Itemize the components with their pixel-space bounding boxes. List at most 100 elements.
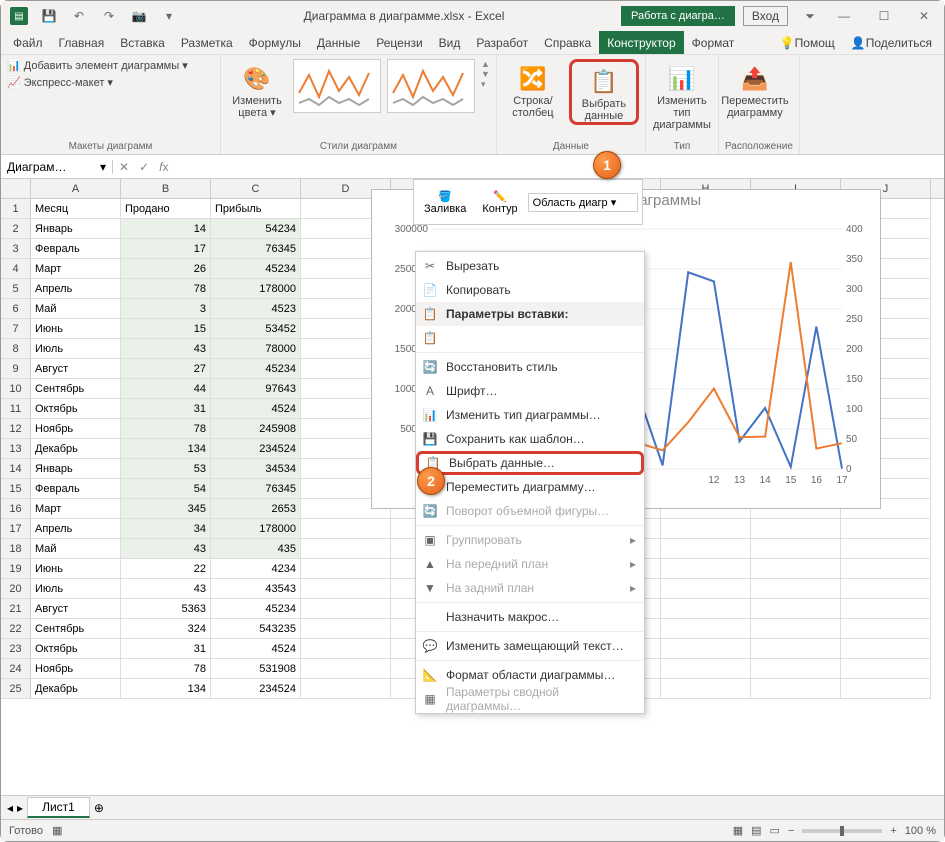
tab-formulas[interactable]: Формулы (241, 31, 309, 54)
switch-row-column-button[interactable]: 🔀 Строка/столбец (503, 59, 563, 119)
ctx-group: ▣Группировать▸ (416, 528, 644, 552)
name-box[interactable]: Диаграм…▾ (1, 160, 113, 174)
chart-tools-label: Работа с диагра… (621, 6, 735, 26)
ctx-copy[interactable]: 📄Копировать (416, 278, 644, 302)
view-pagebreak-icon[interactable]: ▭ (770, 824, 780, 837)
cancel-icon[interactable]: ✕ (119, 160, 129, 174)
tab-review[interactable]: Рецензи (368, 31, 430, 54)
new-sheet-button[interactable]: ⊕ (94, 801, 104, 815)
ctx-move-chart[interactable]: 📤Переместить диаграмму… (416, 475, 644, 499)
tab-view[interactable]: Вид (431, 31, 469, 54)
view-layout-icon[interactable]: ▤ (751, 824, 761, 837)
svg-text:350: 350 (846, 254, 863, 265)
tab-file[interactable]: Файл (5, 31, 51, 54)
chart-style-2[interactable] (387, 59, 475, 113)
tab-layout[interactable]: Разметка (173, 31, 241, 54)
ctx-reset-style[interactable]: 🔄Восстановить стиль (416, 355, 644, 379)
col-C[interactable]: C (211, 179, 301, 198)
qat-customize-icon[interactable]: ▾ (155, 2, 183, 30)
format-icon: 📐 (422, 668, 438, 682)
tab-developer[interactable]: Разработ (468, 31, 536, 54)
zoom-level[interactable]: 100 % (905, 825, 936, 837)
svg-text:12: 12 (708, 475, 720, 486)
quick-layout-button[interactable]: 📈 Экспресс-макет ▾ (7, 76, 113, 89)
window-title: Диаграмма в диаграмме.xlsx - Excel (187, 9, 621, 23)
undo-icon[interactable]: ↶ (65, 2, 93, 30)
ctx-cut[interactable]: ✂Вырезать (416, 254, 644, 278)
maximize-button[interactable]: ☐ (864, 1, 904, 31)
tab-format[interactable]: Формат (684, 31, 743, 54)
select-data-ribbon-button[interactable]: 📋 Выбрать данные (574, 62, 634, 122)
col-B[interactable]: B (121, 179, 211, 198)
chart-style-1[interactable] (293, 59, 381, 113)
ctx-save-template[interactable]: 💾Сохранить как шаблон… (416, 427, 644, 451)
sheet-nav-prev[interactable]: ▸ (17, 801, 23, 815)
signin-button[interactable]: Вход (743, 6, 788, 26)
group-styles-label: Стили диаграмм (227, 139, 490, 154)
palette-icon: 🎨 (241, 63, 273, 95)
outline-icon: ✏️ (493, 190, 507, 203)
redo-icon[interactable]: ↷ (95, 2, 123, 30)
save-icon[interactable]: 💾 (35, 2, 63, 30)
ribbon-options-icon[interactable]: ⏷ (796, 2, 824, 30)
group-icon: ▣ (422, 533, 438, 547)
svg-text:400: 400 (846, 224, 863, 235)
app-menu-icon[interactable]: ▤ (5, 2, 33, 30)
callout-badge-2: 2 (417, 467, 445, 495)
fill-button[interactable]: 🪣Заливка (418, 188, 472, 217)
tab-help[interactable]: Справка (536, 31, 599, 54)
group-data-label: Данные (503, 139, 639, 154)
move-chart-icon: 📤 (739, 63, 771, 95)
zoom-out-button[interactable]: − (788, 825, 794, 837)
tellme[interactable]: 💡 Помощ (772, 31, 843, 54)
chart-type-icon: 📊 (422, 408, 438, 422)
svg-text:14: 14 (760, 475, 772, 486)
tab-data[interactable]: Данные (309, 31, 368, 54)
macro-record-icon[interactable]: ▦ (52, 825, 62, 837)
enter-icon[interactable]: ✓ (139, 160, 149, 174)
chart-element-selector[interactable]: Область диагр ▾ (528, 193, 638, 212)
chart-type-icon: 📊 (666, 63, 698, 95)
change-colors-button[interactable]: 🎨 Изменить цвета ▾ (227, 59, 287, 119)
move-chart-button[interactable]: 📤 Переместить диаграмму (725, 59, 785, 119)
ctx-alt-text[interactable]: 💬Изменить замещающий текст… (416, 634, 644, 658)
svg-text:250: 250 (846, 314, 863, 325)
tab-insert[interactable]: Вставка (112, 31, 173, 54)
font-icon: A (422, 384, 438, 398)
sheet-nav-first[interactable]: ◂ (7, 801, 13, 815)
worksheet-grid[interactable]: A B C D E F G H I J 12345678910111213141… (1, 179, 944, 765)
svg-text:100: 100 (846, 404, 863, 415)
row-headers: 1234567891011121314151617181920212223242… (1, 199, 31, 699)
zoom-in-button[interactable]: + (890, 825, 896, 837)
ctx-assign-macro[interactable]: Назначить макрос… (416, 605, 644, 629)
fx-icon[interactable]: fx (159, 160, 168, 174)
ctx-font[interactable]: AШрифт… (416, 379, 644, 403)
front-icon: ▲ (422, 557, 438, 571)
add-chart-element-button[interactable]: 📊 Добавить элемент диаграммы ▾ (7, 59, 188, 72)
change-chart-type-button[interactable]: 📊 Изменить тип диаграммы (652, 59, 712, 131)
status-bar: Готово ▦ ▦ ▤ ▭ − + 100 % (1, 819, 944, 841)
minimize-button[interactable]: — (824, 1, 864, 31)
share-button[interactable]: 👤 Поделиться (843, 31, 940, 54)
outline-button[interactable]: ✏️Контур (476, 188, 523, 217)
tab-design[interactable]: Конструктор (599, 31, 683, 54)
ctx-change-type[interactable]: 📊Изменить тип диаграммы… (416, 403, 644, 427)
close-button[interactable]: ✕ (904, 1, 944, 31)
cut-icon: ✂ (422, 259, 438, 273)
camera-icon[interactable]: 📷 (125, 2, 153, 30)
clipboard-icon: 📋 (422, 331, 438, 345)
sheet-tab-bar: ◂ ▸ Лист1 ⊕ (1, 795, 944, 819)
ctx-select-data[interactable]: 📋Выбрать данные… (416, 451, 644, 475)
paste-icon: 📋 (422, 307, 438, 321)
fill-icon: 🪣 (438, 190, 452, 203)
ctx-format-area[interactable]: 📐Формат области диаграммы… (416, 663, 644, 687)
ctx-pivot-options: ▦Параметры сводной диаграммы… (416, 687, 644, 711)
col-A[interactable]: A (31, 179, 121, 198)
svg-text:0: 0 (846, 464, 852, 475)
tab-home[interactable]: Главная (51, 31, 113, 54)
view-normal-icon[interactable]: ▦ (733, 824, 743, 837)
styles-scroll[interactable]: ▲▼▾ (481, 59, 490, 90)
zoom-slider[interactable] (802, 829, 882, 833)
reset-icon: 🔄 (422, 360, 438, 374)
sheet-tab-1[interactable]: Лист1 (27, 797, 90, 818)
